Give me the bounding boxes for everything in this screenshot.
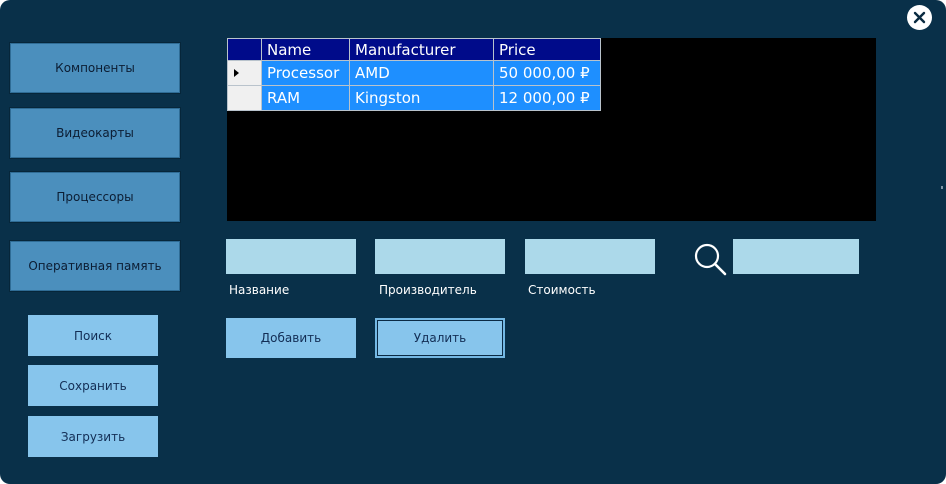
column-header-price[interactable]: Price: [493, 38, 601, 61]
load-button[interactable]: Загрузить: [28, 416, 158, 457]
cell-manufacturer[interactable]: AMD: [349, 60, 494, 86]
delete-button[interactable]: Удалить: [375, 318, 505, 358]
cell-price[interactable]: 12 000,00 ₽: [493, 85, 601, 111]
manufacturer-label: Производитель: [379, 283, 477, 297]
cell-name[interactable]: RAM: [261, 85, 350, 111]
close-x-icon: [913, 11, 926, 24]
data-table: Name Manufacturer Price Processor AMD 50…: [227, 38, 601, 111]
main-window: Компоненты Видеокарты Процессоры Операти…: [0, 0, 946, 484]
data-grid[interactable]: Name Manufacturer Price Processor AMD 50…: [227, 38, 876, 221]
nav-button-video-cards[interactable]: Видеокарты: [9, 107, 181, 159]
column-header-manufacturer[interactable]: Manufacturer: [349, 38, 494, 61]
price-input[interactable]: [525, 239, 655, 274]
close-button[interactable]: [907, 5, 932, 30]
manufacturer-input[interactable]: [375, 239, 505, 274]
column-header-name[interactable]: Name: [261, 38, 350, 61]
resize-grip[interactable]: [941, 186, 943, 189]
save-button[interactable]: Сохранить: [28, 365, 158, 406]
nav-button-processors[interactable]: Процессоры: [9, 171, 181, 223]
row-header-corner[interactable]: [227, 38, 262, 61]
cell-price[interactable]: 50 000,00 ₽: [493, 60, 601, 86]
table-row[interactable]: Processor AMD 50 000,00 ₽: [227, 60, 601, 86]
cell-manufacturer[interactable]: Kingston: [349, 85, 494, 111]
table-row[interactable]: RAM Kingston 12 000,00 ₽: [227, 85, 601, 111]
row-header[interactable]: [227, 85, 262, 111]
search-input[interactable]: [733, 239, 859, 274]
price-label: Стоимость: [528, 283, 596, 297]
nav-button-ram[interactable]: Оперативная память: [9, 240, 181, 292]
add-button[interactable]: Добавить: [226, 318, 356, 358]
table-header-row: Name Manufacturer Price: [227, 38, 601, 61]
name-label: Название: [229, 283, 290, 297]
cell-name[interactable]: Processor: [261, 60, 350, 86]
current-row-arrow-icon: [234, 69, 239, 77]
search-button[interactable]: Поиск: [28, 315, 158, 356]
magnifier-icon: [694, 243, 727, 276]
nav-button-components[interactable]: Компоненты: [9, 42, 181, 94]
name-input[interactable]: [226, 239, 356, 274]
row-header[interactable]: [227, 60, 262, 86]
